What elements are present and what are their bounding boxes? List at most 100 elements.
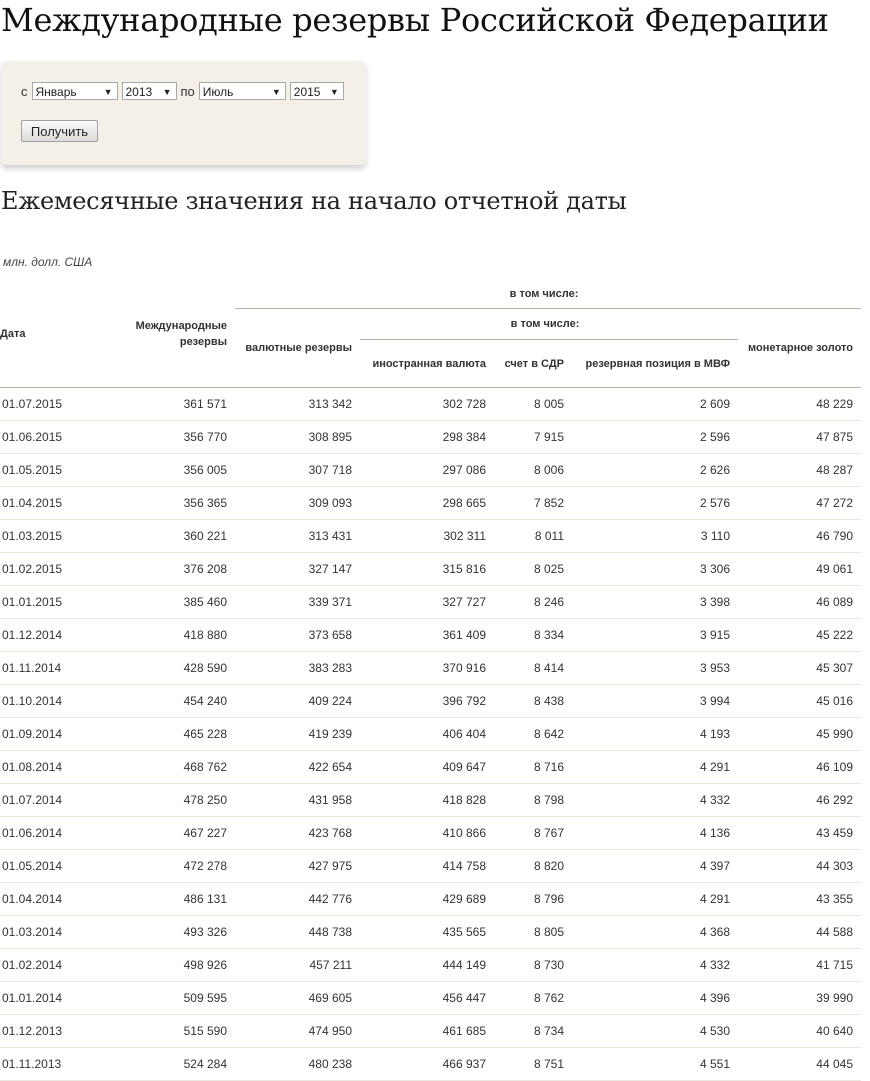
table-row: 01.05.2015 356 005 307 718 297 086 8 006 2 62…: [0, 453, 861, 487]
cell-imf-position: 2 596: [572, 420, 738, 454]
cell-date: 01.11.2013: [0, 1047, 108, 1081]
cell-monetary-gold: 46 292: [738, 783, 861, 817]
to-year-select[interactable]: 2015 ▼: [289, 82, 344, 100]
table-row: 01.03.2015 360 221 313 431 302 311 8 011 3 11…: [0, 519, 861, 553]
cell-fx-reserves: 339 371: [235, 585, 360, 619]
cell-total-reserves: 509 595: [108, 981, 235, 1015]
cell-monetary-gold: 43 459: [738, 816, 861, 850]
section-subtitle: Ежемесячные значения на начало отчетной …: [1, 187, 627, 215]
cell-date: 01.09.2014: [0, 717, 108, 751]
cell-date: 01.11.2014: [0, 651, 108, 685]
table-row: 01.06.2014 467 227 423 768 410 866 8 767 4 13…: [0, 816, 861, 850]
cell-total-reserves: 360 221: [108, 519, 235, 553]
cell-monetary-gold: 46 790: [738, 519, 861, 553]
page-title: Международные резервы Российской Федерац…: [1, 1, 829, 39]
cell-sdr-account: 8 796: [494, 882, 572, 916]
dropdown-arrow-icon: ▼: [329, 87, 339, 97]
table-row: 01.09.2014 465 228 419 239 406 404 8 642 4 19…: [0, 717, 861, 751]
cell-imf-position: 2 576: [572, 486, 738, 520]
cell-monetary-gold: 45 016: [738, 684, 861, 718]
cell-imf-position: 4 332: [572, 948, 738, 982]
cell-date: 01.05.2015: [0, 453, 108, 487]
cell-foreign-currency: 406 404: [360, 717, 494, 751]
cell-fx-reserves: 474 950: [235, 1014, 360, 1048]
cell-sdr-account: 8 246: [494, 585, 572, 619]
cell-imf-position: 3 110: [572, 519, 738, 553]
cell-fx-reserves: 308 895: [235, 420, 360, 454]
cell-foreign-currency: 298 665: [360, 486, 494, 520]
cell-date: 01.08.2014: [0, 750, 108, 784]
cell-date: 01.06.2015: [0, 420, 108, 454]
cell-imf-position: 4 397: [572, 849, 738, 883]
cell-imf-position: 3 994: [572, 684, 738, 718]
cell-sdr-account: 8 334: [494, 618, 572, 652]
cell-monetary-gold: 46 109: [738, 750, 861, 784]
cell-fx-reserves: 442 776: [235, 882, 360, 916]
cell-foreign-currency: 409 647: [360, 750, 494, 784]
cell-total-reserves: 472 278: [108, 849, 235, 883]
cell-sdr-account: 8 805: [494, 915, 572, 949]
from-label: с: [21, 83, 28, 99]
cell-date: 01.10.2014: [0, 684, 108, 718]
cell-monetary-gold: 48 287: [738, 453, 861, 487]
cell-foreign-currency: 302 728: [360, 387, 494, 421]
header-including-sub: в том числе:: [360, 308, 738, 340]
cell-imf-position: 4 551: [572, 1047, 738, 1081]
cell-monetary-gold: 41 715: [738, 948, 861, 982]
cell-foreign-currency: 414 758: [360, 849, 494, 883]
cell-total-reserves: 478 250: [108, 783, 235, 817]
table-row: 01.04.2015 356 365 309 093 298 665 7 852 2 57…: [0, 486, 861, 520]
to-month-select[interactable]: Июль ▼: [198, 82, 286, 100]
to-year-value: 2015: [293, 85, 321, 99]
get-data-button[interactable]: Получить: [21, 120, 98, 142]
from-month-select[interactable]: Январь ▼: [31, 82, 118, 100]
cell-sdr-account: 8 006: [494, 453, 572, 487]
cell-date: 01.04.2014: [0, 882, 108, 916]
cell-fx-reserves: 469 605: [235, 981, 360, 1015]
cell-sdr-account: 8 438: [494, 684, 572, 718]
cell-foreign-currency: 370 916: [360, 651, 494, 685]
cell-total-reserves: 385 460: [108, 585, 235, 619]
cell-foreign-currency: 418 828: [360, 783, 494, 817]
cell-monetary-gold: 48 229: [738, 387, 861, 421]
cell-fx-reserves: 309 093: [235, 486, 360, 520]
cell-total-reserves: 515 590: [108, 1014, 235, 1048]
cell-monetary-gold: 46 089: [738, 585, 861, 619]
table-row: 01.02.2015 376 208 327 147 315 816 8 025 3 30…: [0, 552, 861, 586]
cell-imf-position: 4 396: [572, 981, 738, 1015]
cell-total-reserves: 356 365: [108, 486, 235, 520]
dropdown-arrow-icon: ▼: [162, 87, 172, 97]
table-row: 01.01.2014 509 595 469 605 456 447 8 762 4 39…: [0, 981, 861, 1015]
cell-fx-reserves: 373 658: [235, 618, 360, 652]
cell-fx-reserves: 307 718: [235, 453, 360, 487]
table-row: 01.12.2013 515 590 474 950 461 685 8 734 4 53…: [0, 1014, 861, 1048]
from-year-select[interactable]: 2013 ▼: [121, 82, 177, 100]
cell-total-reserves: 524 284: [108, 1047, 235, 1081]
cell-date: 01.02.2015: [0, 552, 108, 586]
cell-imf-position: 4 368: [572, 915, 738, 949]
cell-imf-position: 3 398: [572, 585, 738, 619]
cell-monetary-gold: 47 875: [738, 420, 861, 454]
table-row: 01.08.2014 468 762 422 654 409 647 8 716 4 29…: [0, 750, 861, 784]
cell-foreign-currency: 456 447: [360, 981, 494, 1015]
cell-imf-position: 4 291: [572, 882, 738, 916]
dropdown-arrow-icon: ▼: [103, 87, 113, 97]
cell-total-reserves: 493 326: [108, 915, 235, 949]
to-month-value: Июль: [202, 85, 234, 99]
table-row: 01.07.2014 478 250 431 958 418 828 8 798 4 33…: [0, 783, 861, 817]
cell-monetary-gold: 44 303: [738, 849, 861, 883]
cell-sdr-account: 8 730: [494, 948, 572, 982]
cell-fx-reserves: 327 147: [235, 552, 360, 586]
cell-fx-reserves: 409 224: [235, 684, 360, 718]
table-row: 01.11.2013 524 284 480 238 466 937 8 751 4 55…: [0, 1047, 861, 1081]
cell-foreign-currency: 327 727: [360, 585, 494, 619]
cell-foreign-currency: 315 816: [360, 552, 494, 586]
table-row: 01.01.2015 385 460 339 371 327 727 8 246 3 39…: [0, 585, 861, 619]
cell-imf-position: 3 915: [572, 618, 738, 652]
header-sdr-account: счет в СДР: [494, 339, 572, 388]
cell-sdr-account: 7 852: [494, 486, 572, 520]
cell-fx-reserves: 431 958: [235, 783, 360, 817]
table-row: 01.02.2014 498 926 457 211 444 149 8 730 4 33…: [0, 948, 861, 982]
cell-sdr-account: 8 734: [494, 1014, 572, 1048]
cell-foreign-currency: 435 565: [360, 915, 494, 949]
